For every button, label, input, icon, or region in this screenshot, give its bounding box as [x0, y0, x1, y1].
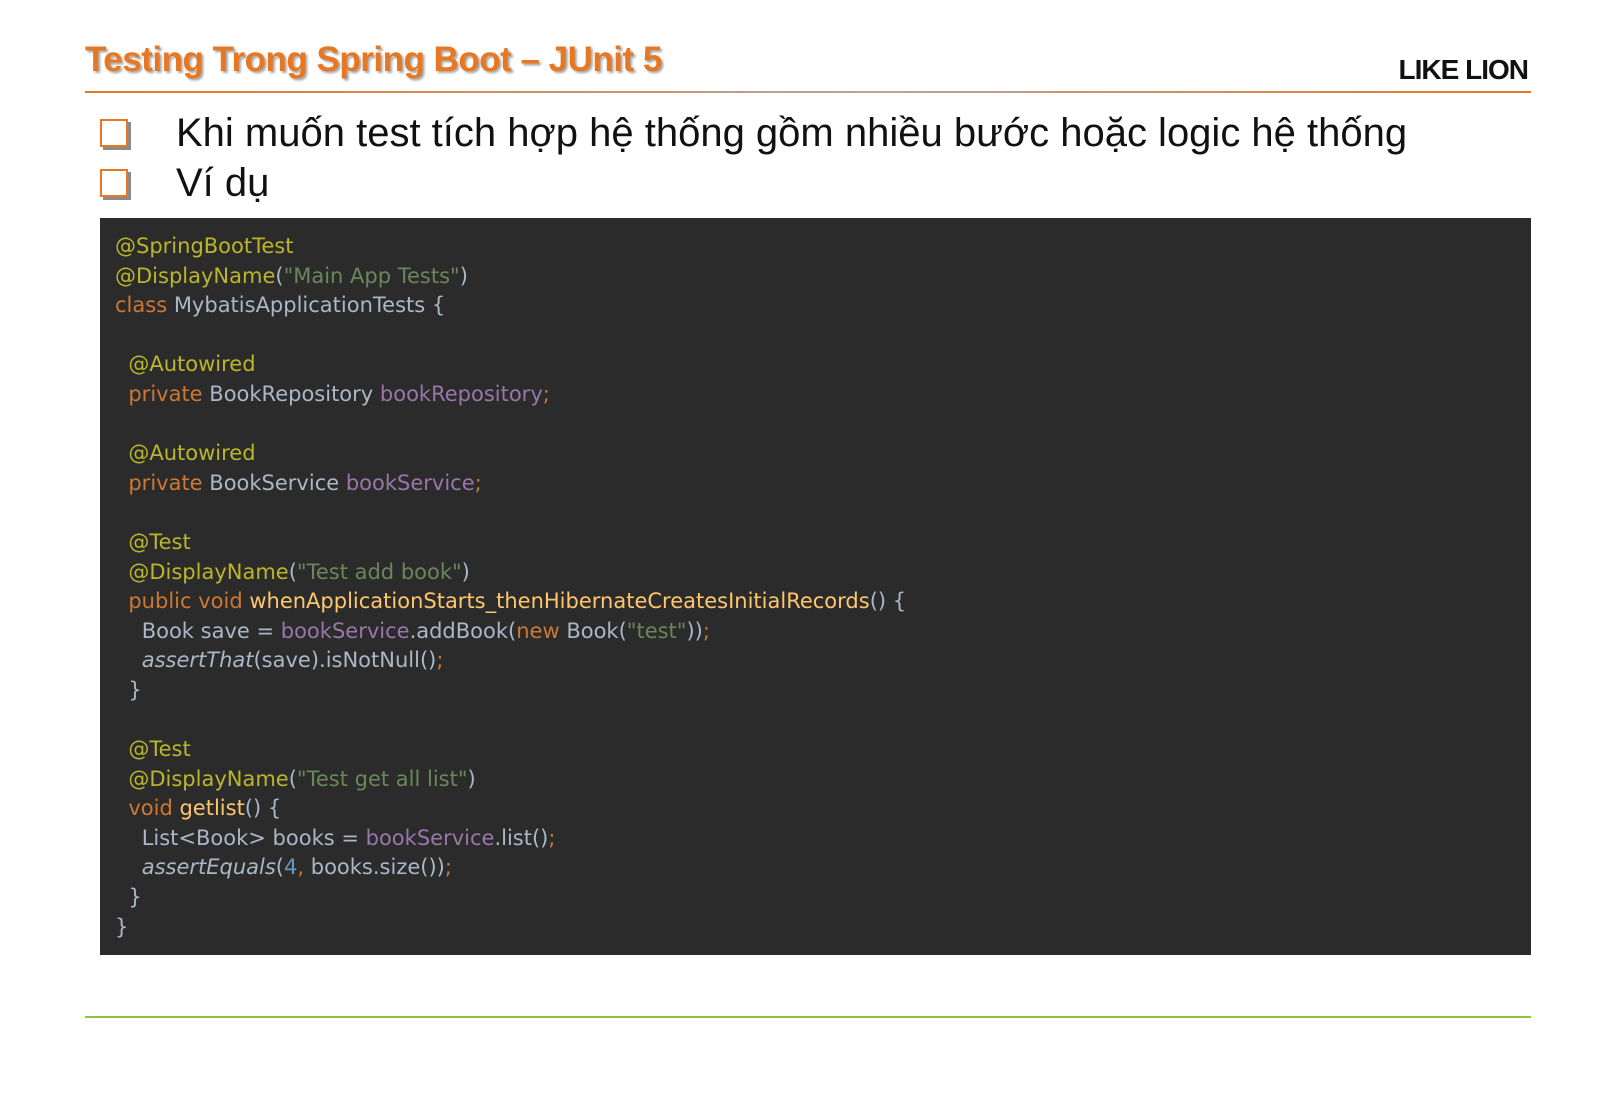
code-token-punct: ;: [436, 648, 444, 673]
code-token-plain: (: [288, 559, 297, 584]
bullet-list: Khi muốn test tích hợp hệ thống gồm nhiề…: [100, 108, 1407, 208]
code-line: @DisplayName("Test add book"): [115, 558, 1531, 588]
code-line: }: [115, 913, 1531, 943]
code-token-string: "Main App Tests": [283, 263, 460, 288]
code-token-plain: BookService: [209, 470, 346, 495]
code-token-annotation: @Test: [115, 737, 191, 762]
code-token-string: "Test get all list": [296, 766, 468, 791]
code-line: @DisplayName("Test get all list"): [115, 765, 1531, 795]
code-line: class MybatisApplicationTests {: [115, 291, 1531, 321]
code-token-plain: }: [115, 914, 129, 939]
code-token-plain: (: [288, 766, 297, 791]
code-token-field: bookService: [365, 825, 495, 850]
code-token-plain: ): [467, 766, 476, 791]
code-block: @SpringBootTest @DisplayName("Main App Te…: [100, 218, 1531, 955]
code-token-plain: MybatisApplicationTests {: [173, 293, 446, 318]
code-token-field: bookRepository: [379, 381, 543, 406]
code-token-annotation: @Test: [115, 529, 191, 554]
code-line: assertEquals(4, books.size());: [115, 853, 1531, 883]
bullet-text: Khi muốn test tích hợp hệ thống gồm nhiề…: [176, 110, 1408, 155]
code-token-annotation: @DisplayName: [115, 263, 276, 288]
checkbox-bullet-icon: [100, 119, 128, 147]
code-line: private BookService bookService;: [115, 469, 1531, 499]
code-token-annotation: @DisplayName: [115, 559, 289, 584]
code-token-keyword: private: [115, 470, 210, 495]
code-token-keyword: void: [115, 796, 180, 821]
bullet-item: Khi muốn test tích hợp hệ thống gồm nhiề…: [100, 108, 1407, 158]
code-line: @Autowired: [115, 350, 1531, 380]
slide-title: Testing Trong Spring Boot – JUnit 5: [85, 40, 662, 79]
code-token-plain: }: [115, 885, 142, 910]
code-line: @Test: [115, 528, 1531, 558]
code-token-plain: )): [686, 618, 703, 643]
code-token-annotation: @SpringBootTest: [115, 234, 294, 258]
code-line: List<Book> books = bookService.list();: [115, 824, 1531, 854]
code-token-plain: .list(): [494, 825, 549, 850]
code-token-string: "test": [626, 618, 687, 643]
code-line: private BookRepository bookRepository;: [115, 380, 1531, 410]
checkbox-bullet-icon: [100, 169, 128, 197]
code-token-field: bookService: [345, 470, 475, 495]
code-token-keyword: new: [516, 618, 567, 643]
header-divider: [85, 91, 1531, 93]
code-token-plain: () {: [244, 796, 282, 821]
code-token-keyword: class: [115, 293, 174, 318]
code-token-field: bookService: [280, 618, 410, 643]
code-token-plain: ): [459, 263, 468, 288]
code-token-annotation: @Autowired: [115, 352, 256, 377]
code-line: }: [115, 883, 1531, 913]
code-line: void getlist() {: [115, 794, 1531, 824]
like-lion-logo: LIKE LION: [1398, 54, 1529, 85]
bullet-text: Ví dụ: [176, 160, 270, 205]
code-line: assertThat(save).isNotNull();: [115, 646, 1531, 676]
code-token-punct: ;: [474, 470, 482, 495]
code-line: @Test: [115, 735, 1531, 765]
footer-divider: [85, 1016, 1531, 1018]
code-token-punct: ;: [444, 855, 452, 880]
code-token-punct: ;: [702, 618, 710, 643]
code-token-punct: ;: [542, 381, 550, 406]
code-token-keyword: private: [115, 381, 210, 406]
code-token-punct: ;: [548, 825, 556, 850]
bullet-item: Ví dụ: [100, 158, 1407, 208]
code-token-number: 4: [284, 855, 298, 880]
code-token-plain: (save).isNotNull(): [253, 648, 437, 673]
code-line: @Autowired: [115, 439, 1531, 469]
code-token-plain: () {: [869, 589, 907, 614]
code-token-plain: (: [275, 263, 284, 288]
code-line: Book save = bookService.addBook(new Book…: [115, 617, 1531, 647]
code-line: }: [115, 676, 1531, 706]
code-token-italic: assertThat: [141, 648, 254, 673]
code-token-italic: assertEquals: [141, 855, 276, 880]
code-token-plain: }: [115, 677, 142, 702]
code-token-plain: .addBook(: [409, 618, 517, 643]
code-token-plain: (: [275, 855, 284, 880]
code-token-plain: BookRepository: [209, 381, 380, 406]
code-line: public void whenApplicationStarts_thenHi…: [115, 587, 1531, 617]
code-token-plain: ): [461, 559, 470, 584]
code-token-plain: Book save =: [115, 618, 281, 643]
code-token-punct: ,: [297, 855, 311, 880]
code-token-plain: Book(: [566, 618, 627, 643]
code-token-method: whenApplicationStarts_thenHibernateCreat…: [249, 589, 870, 614]
code-line: @DisplayName("Main App Tests"): [115, 262, 1531, 292]
code-token-keyword: public void: [115, 589, 250, 614]
code-token-annotation: @Autowired: [115, 441, 256, 466]
code-token-string: "Test add book": [296, 559, 462, 584]
code-token-plain: books.size()): [310, 855, 445, 880]
code-token-annotation: @DisplayName: [115, 766, 289, 791]
code-token-plain: List<Book> books =: [115, 825, 366, 850]
code-token-method: getlist: [179, 796, 245, 821]
code-line: @SpringBootTest: [115, 232, 1531, 262]
